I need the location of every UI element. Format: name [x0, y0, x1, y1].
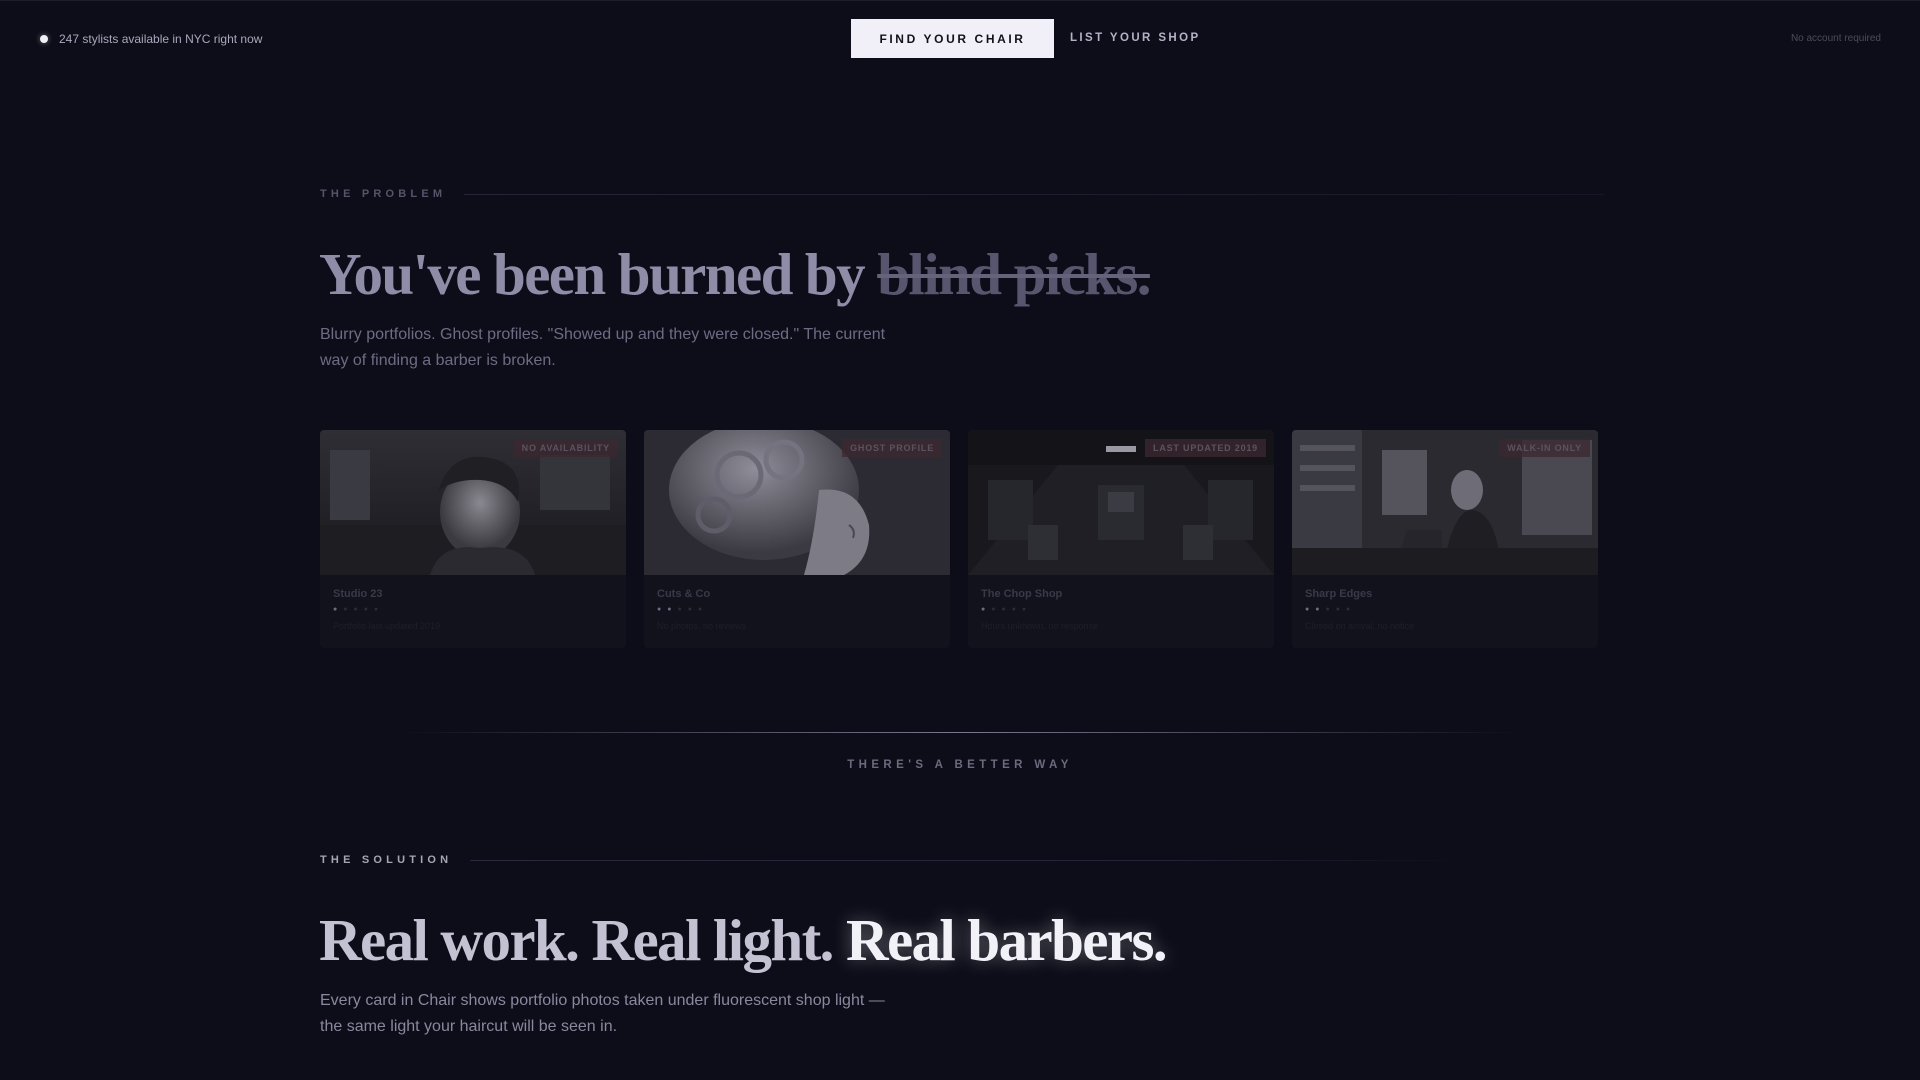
problem-heading-strike: blind picks.: [877, 241, 1151, 307]
problem-heading-lead: You've been burned by: [319, 241, 878, 307]
status-badge: WALK-IN ONLY: [1499, 439, 1590, 457]
problem-body: Blurry portfolios. Ghost profiles. "Show…: [320, 326, 886, 369]
find-your-chair-button[interactable]: FIND YOUR CHAIR: [851, 19, 1054, 58]
status-badge: LAST UPDATED 2019: [1145, 439, 1266, 457]
listing-card: LAST UPDATED 2019 The Chop Shop ●●●●● Ho…: [968, 430, 1274, 648]
solution-section-label: THE SOLUTION: [320, 854, 1471, 866]
status-badge: GHOST PROFILE: [842, 439, 942, 457]
empty-salon-photo: LAST UPDATED 2019: [968, 430, 1274, 575]
barber-portrait-photo: NO AVAILABILITY: [320, 430, 626, 575]
no-account-note: No account required: [1790, 33, 1881, 44]
solution-body: Every card in Chair shows portfolio phot…: [320, 992, 885, 1035]
listing-card: NO AVAILABILITY Studio 23 ●●●●● Portfoli…: [320, 430, 626, 648]
solution-heading-part-b: Real light.: [591, 907, 846, 973]
live-status-dot-icon: [40, 35, 48, 43]
problem-section-label: THE PROBLEM: [320, 188, 1605, 200]
star-rating: ●●●●●: [981, 606, 1033, 613]
solution-label-rule: [470, 859, 1471, 861]
listing-card: GHOST PROFILE Cuts & Co ●●●●● No photos,…: [644, 430, 950, 648]
shop-detail: Closed on arrival, no notice: [1305, 621, 1415, 631]
problem-heading: You've been burned by blind picks.: [319, 240, 1152, 309]
problem-label-text: THE PROBLEM: [320, 188, 447, 200]
transition-text: THERE'S A BETTER WAY: [847, 759, 1073, 771]
live-availability: 247 stylists available in NYC right now: [40, 32, 262, 46]
top-bar: 247 stylists available in NYC right now …: [0, 0, 1920, 76]
section-divider: [400, 732, 1520, 733]
star-rating: ●●●●●: [333, 606, 385, 613]
solution-heading-part-a: Real work.: [319, 907, 592, 973]
live-availability-text: 247 stylists available in NYC right now: [59, 32, 263, 46]
problem-label-rule: [464, 193, 1605, 195]
star-rating: ●●●●●: [657, 606, 709, 613]
listing-card: WALK-IN ONLY Sharp Edges ●●●●● Closed on…: [1292, 430, 1598, 648]
status-badge: NO AVAILABILITY: [513, 439, 618, 457]
star-rating: ●●●●●: [1305, 606, 1357, 613]
shop-detail: Hours unknown, no response: [981, 621, 1099, 631]
list-your-shop-link[interactable]: LIST YOUR SHOP: [1070, 32, 1201, 44]
bad-listing-cards: NO AVAILABILITY Studio 23 ●●●●● Portfoli…: [320, 430, 1598, 648]
shop-detail: No photos, no reviews: [657, 621, 747, 631]
shop-name: Sharp Edges: [1305, 588, 1373, 600]
shop-name: The Chop Shop: [981, 588, 1063, 600]
shop-name: Studio 23: [333, 588, 383, 600]
barbershop-interior-photo: WALK-IN ONLY: [1292, 430, 1598, 575]
solution-heading: Real work. Real light. Real barbers.: [319, 906, 1168, 975]
shop-name: Cuts & Co: [657, 588, 711, 600]
solution-label-text: THE SOLUTION: [320, 854, 453, 866]
solution-heading-highlight: Real barbers.: [845, 907, 1168, 973]
shop-detail: Portfolio last updated 2019: [333, 621, 441, 631]
styled-hair-portrait-photo: GHOST PROFILE: [644, 430, 950, 575]
